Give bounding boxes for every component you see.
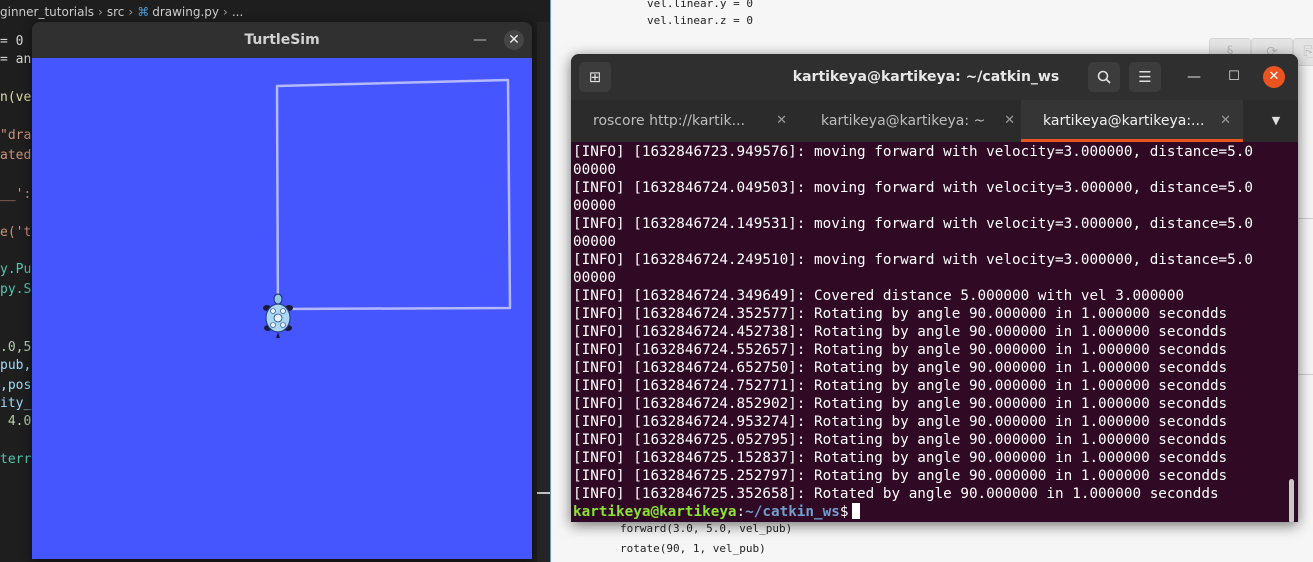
terminal-tabbar: roscore http://kartik... ✕ kartikeya@kar… xyxy=(571,100,1298,142)
terminal-prompt[interactable]: kartikeya@kartikeya:~/catkin_ws$ xyxy=(573,503,1288,521)
turtlesim-window: TurtleSim — ✕ xyxy=(32,22,532,559)
close-button[interactable]: ✕ xyxy=(504,30,524,50)
turtle-icon xyxy=(263,293,293,338)
terminal-line: [INFO] [1632846724.349649]: Covered dist… xyxy=(573,288,1185,304)
doc-code-line: vel.linear.z = 0 xyxy=(647,14,753,27)
terminal-line: [INFO] [1632846724.452738]: Rotating by … xyxy=(573,324,1228,340)
terminal-line: [INFO] [1632846724.049503]: moving forwa… xyxy=(573,180,1253,196)
terminal-line: [INFO] [1632846724.149531]: moving forwa… xyxy=(573,216,1253,232)
python-file-icon: ⌘ xyxy=(137,5,150,19)
code-fragment: e('t xyxy=(0,225,32,240)
doc-code-line: forward(3.0, 5.0, vel_pub) xyxy=(620,522,793,535)
tab-label: kartikeya@kartikeya:... xyxy=(1043,113,1205,129)
text-cursor xyxy=(852,503,861,519)
tab-roscore[interactable]: roscore http://kartik... ✕ xyxy=(571,100,799,142)
tab-label: roscore http://kartik... xyxy=(593,113,746,129)
prompt-user: kartikeya@kartikeya xyxy=(573,504,737,520)
close-tab-icon[interactable]: ✕ xyxy=(776,100,787,142)
window-title: TurtleSim xyxy=(244,32,320,48)
code-fragment: ity_ xyxy=(0,396,32,411)
code-fragment: ated xyxy=(0,148,32,163)
breadcrumb-folder[interactable]: ginner_tutorials xyxy=(0,5,94,19)
terminal-line: [INFO] [1632846724.652750]: Rotating by … xyxy=(573,360,1228,376)
close-button[interactable]: ✕ xyxy=(1263,66,1285,88)
tab-label: kartikeya@kartikeya: ~ xyxy=(821,113,986,129)
breadcrumb-file[interactable]: drawing.py xyxy=(152,5,219,19)
terminal-line: [INFO] [1632846723.949576]: moving forwa… xyxy=(573,144,1253,160)
code-fragment: terr xyxy=(0,452,32,467)
prompt-path: ~/catkin_ws xyxy=(745,504,840,520)
minimize-button[interactable]: — xyxy=(1183,66,1205,88)
tab-home[interactable]: kartikeya@kartikeya: ~ ✕ xyxy=(799,100,1027,142)
terminal-headerbar[interactable]: ⊞ kartikeya@kartikeya: ~/catkin_ws ☰ — ☐… xyxy=(571,54,1298,100)
code-fragment: y.Pu xyxy=(0,262,32,277)
close-tab-icon[interactable]: ✕ xyxy=(1220,100,1231,142)
code-fragment: ,pos xyxy=(0,378,32,393)
chevron-right-icon: › xyxy=(223,5,228,19)
turtle-drawing xyxy=(263,78,512,338)
terminal-line: 00000 xyxy=(573,270,617,286)
terminal-line: [INFO] [1632846725.152837]: Rotating by … xyxy=(573,450,1228,466)
scroll-marker xyxy=(537,492,550,494)
chevron-right-icon: › xyxy=(98,5,103,19)
code-fragment: n(ve xyxy=(0,90,32,105)
terminal-line: [INFO] [1632846724.249510]: moving forwa… xyxy=(573,252,1253,268)
terminal-line: 00000 xyxy=(573,198,617,214)
terminal-line: [INFO] [1632846724.752771]: Rotating by … xyxy=(573,378,1228,394)
minimize-button[interactable]: — xyxy=(470,30,490,50)
breadcrumb: ginner_tutorials › src › ⌘ drawing.py ›... xyxy=(0,5,550,23)
maximize-button[interactable]: ☐ xyxy=(1223,66,1245,88)
window-title: kartikeya@kartikeya: ~/catkin_ws xyxy=(792,69,1060,85)
terminal-line: 00000 xyxy=(573,162,617,178)
prompt-symbol: $ xyxy=(839,504,849,520)
doc-code-line: rotate(90, 1, vel_pub) xyxy=(620,542,766,555)
code-fragment: 4.0 xyxy=(0,414,32,429)
turtle-canvas xyxy=(32,58,532,559)
search-icon xyxy=(1097,70,1111,84)
close-tab-icon[interactable]: ✕ xyxy=(1004,100,1015,142)
hamburger-menu-button[interactable]: ☰ xyxy=(1129,62,1161,92)
terminal-output[interactable]: [INFO] [1632846723.949576]: moving forwa… xyxy=(573,143,1288,521)
pen-trail xyxy=(275,78,512,329)
code-fragment: __': xyxy=(0,187,32,202)
terminal-scrollbar[interactable] xyxy=(1289,479,1294,522)
terminal-line: [INFO] [1632846724.552657]: Rotating by … xyxy=(573,342,1228,358)
tab-active[interactable]: kartikeya@kartikeya:... ✕ xyxy=(1021,100,1243,142)
terminal-line: [INFO] [1632846724.953274]: Rotating by … xyxy=(573,414,1228,430)
terminal-line: [INFO] [1632846725.252797]: Rotating by … xyxy=(573,468,1228,484)
breadcrumb-more[interactable]: ... xyxy=(232,5,243,19)
code-fragment: .0,5 xyxy=(0,340,32,355)
terminal-line: 00000 xyxy=(573,234,617,250)
chevron-down-icon[interactable]: ▼ xyxy=(1261,100,1291,142)
terminal-line: [INFO] [1632846724.352577]: Rotating by … xyxy=(573,306,1228,322)
terminal-window: ⊞ kartikeya@kartikeya: ~/catkin_ws ☰ — ☐… xyxy=(571,54,1298,522)
code-fragment: py.S xyxy=(0,282,32,297)
turtlesim-titlebar[interactable]: TurtleSim — ✕ xyxy=(32,22,532,58)
new-tab-button[interactable]: ⊞ xyxy=(579,62,611,92)
prompt-separator: : xyxy=(736,504,746,520)
code-fragment: = 0 xyxy=(0,34,24,49)
chevron-right-icon: › xyxy=(128,5,134,19)
doc-code-line: vel.linear.y = 0 xyxy=(647,0,753,10)
terminal-line: [INFO] [1632846725.052795]: Rotating by … xyxy=(573,432,1228,448)
terminal-line: [INFO] [1632846725.352658]: Rotated by a… xyxy=(573,486,1219,502)
doc-code-bottom: forward(3.0, 5.0, vel_pub) rotate(90, 1, … xyxy=(620,519,792,559)
code-fragment: = an xyxy=(0,52,32,67)
code-fragment: pub, xyxy=(0,358,32,373)
search-button[interactable] xyxy=(1088,62,1120,92)
editor-scrollbar[interactable] xyxy=(537,22,550,562)
terminal-line: [INFO] [1632846724.852902]: Rotating by … xyxy=(573,396,1228,412)
breadcrumb-folder-src[interactable]: src xyxy=(107,5,125,19)
code-fragment: "dra xyxy=(0,128,32,143)
